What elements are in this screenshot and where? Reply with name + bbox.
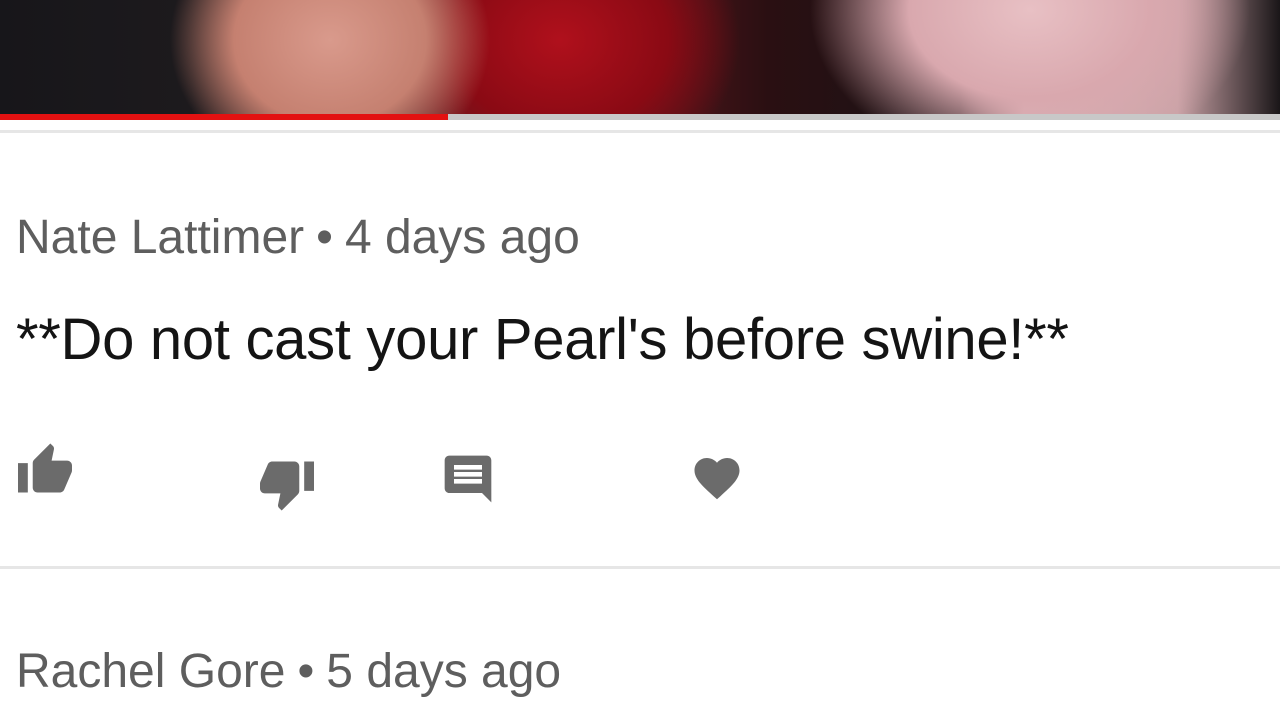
divider <box>0 130 1280 133</box>
thumbs-up-icon <box>15 441 75 495</box>
heart-button[interactable] <box>688 448 746 504</box>
comment-text: **Do not cast your Pearl's before swine!… <box>16 307 1069 372</box>
meta-separator: • <box>316 211 333 264</box>
video-progress-bar[interactable] <box>0 114 1280 120</box>
reply-button[interactable] <box>438 450 498 508</box>
meta-separator: • <box>297 645 315 698</box>
dislike-button[interactable] <box>256 458 318 514</box>
comment-item: Rachel Gore • 5 days ago <box>16 644 1276 700</box>
divider <box>0 566 1280 569</box>
comment-meta: Rachel Gore • 5 days ago <box>16 644 1276 700</box>
comment-timestamp: 5 days ago <box>326 645 562 698</box>
comment-item: Nate Lattimer • 4 days ago <box>16 210 1276 266</box>
comment-body: **Do not cast your Pearl's before swine!… <box>16 306 1276 374</box>
video-player[interactable] <box>0 0 1280 114</box>
comment-meta: Nate Lattimer • 4 days ago <box>16 210 1276 266</box>
comment-icon <box>440 451 496 507</box>
comment-author[interactable]: Nate Lattimer <box>16 211 304 264</box>
heart-icon <box>690 451 744 501</box>
like-button[interactable] <box>14 440 76 496</box>
thumbs-down-icon <box>257 459 317 513</box>
comment-author[interactable]: Rachel Gore <box>16 645 285 698</box>
video-progress-fill <box>0 114 448 120</box>
comment-timestamp: 4 days ago <box>344 211 580 264</box>
